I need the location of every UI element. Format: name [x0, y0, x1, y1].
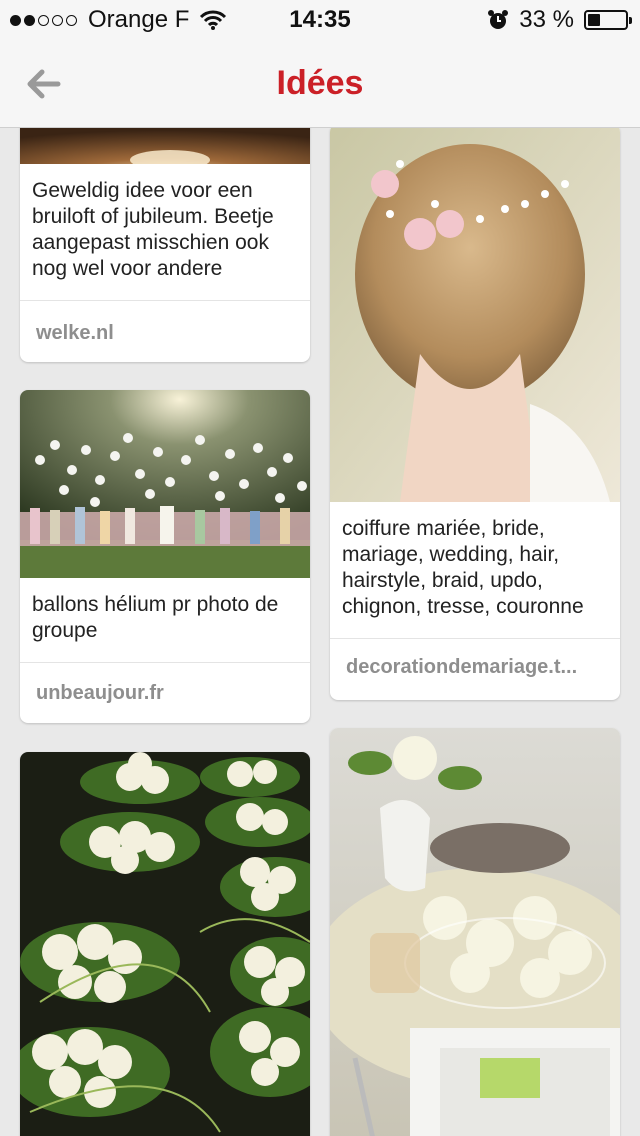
pin-card[interactable]: ballons hélium pr photo de groupe unbeau… — [20, 390, 310, 723]
page-title: Idées — [276, 64, 364, 102]
pin-card[interactable]: coiffure mariée, bride, mariage, wedding… — [330, 128, 620, 700]
pin-source[interactable]: welke.nl — [36, 322, 294, 345]
alarm-icon — [488, 10, 509, 29]
pin-card[interactable] — [330, 728, 620, 1136]
pin-description: Geweldig idee voor een bruiloft of jubil… — [32, 179, 274, 280]
battery-percent: 33 % — [519, 6, 574, 33]
navigation-bar: Idées — [0, 40, 640, 128]
battery-level — [588, 14, 600, 26]
pin-image[interactable] — [330, 728, 620, 1136]
pin-source[interactable]: decorationdemariage.t... — [346, 656, 604, 679]
divider — [330, 638, 620, 639]
pin-image[interactable] — [330, 128, 620, 502]
divider — [20, 662, 310, 663]
pin-source[interactable]: unbeaujour.fr — [36, 682, 294, 705]
battery-tip — [629, 17, 632, 24]
pin-feed[interactable]: Geweldig idee voor een bruiloft of jubil… — [0, 128, 640, 1136]
battery-icon — [584, 10, 632, 30]
pin-image[interactable] — [20, 390, 310, 578]
status-right: 33 % — [487, 6, 632, 34]
pin-card[interactable] — [20, 752, 310, 1136]
pin-description: ballons hélium pr photo de groupe — [32, 593, 279, 642]
pin-image[interactable] — [20, 752, 310, 1136]
status-bar: Orange F 14:35 33 % — [0, 0, 640, 40]
pin-description: coiffure mariée, bride, mariage, wedding… — [342, 517, 584, 618]
divider — [20, 300, 310, 301]
pin-card[interactable]: Geweldig idee voor een bruiloft of jubil… — [20, 128, 310, 362]
pin-image[interactable] — [20, 128, 310, 164]
